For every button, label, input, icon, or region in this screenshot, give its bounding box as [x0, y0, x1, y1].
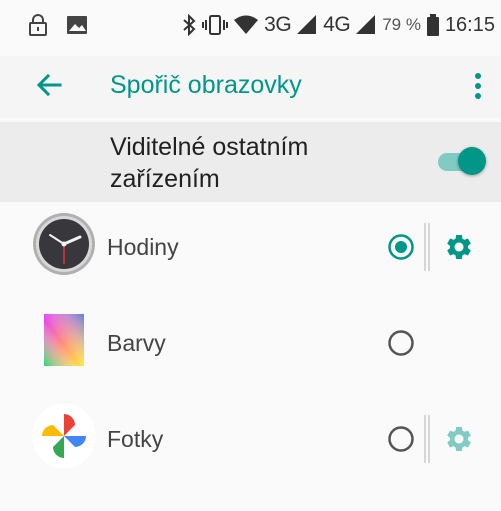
- settings-divider: [424, 415, 430, 463]
- status-left-icons: [28, 14, 88, 36]
- lock-icon: [29, 14, 47, 36]
- overflow-menu-icon[interactable]: [469, 70, 487, 102]
- toggle-thumb: [458, 147, 486, 175]
- battery-percent: 79 %: [382, 15, 421, 34]
- visible-to-others-line2: zařízením: [110, 165, 220, 193]
- screensaver-name: Fotky: [107, 426, 164, 452]
- photos-app-icon: [32, 404, 96, 468]
- visible-to-others-toggle[interactable]: [434, 140, 486, 180]
- network-4g-label: 4G: [323, 13, 351, 36]
- screensaver-item-hodiny[interactable]: Hodiny: [0, 198, 501, 294]
- wifi-icon: [234, 15, 259, 34]
- screensaver-name: Hodiny: [107, 234, 179, 260]
- screensaver-item-fotky[interactable]: Fotky: [0, 390, 501, 486]
- battery-icon: [426, 14, 439, 36]
- app-toolbar: Spořič obrazovky: [0, 56, 501, 118]
- screensaver-item-barvy[interactable]: Barvy: [0, 294, 501, 390]
- screensaver-name: Barvy: [107, 330, 166, 356]
- signal-4g-icon: [356, 15, 376, 34]
- clock-time: 16:15: [444, 13, 495, 36]
- visible-to-others-row[interactable]: Viditelné ostatním zařízením: [0, 122, 501, 202]
- back-arrow-icon[interactable]: [34, 70, 64, 100]
- radio-selected-icon[interactable]: [387, 233, 415, 261]
- vibrate-icon: [202, 15, 229, 35]
- visible-to-others-line1: Viditelné ostatním: [110, 133, 309, 161]
- signal-3g-icon: [297, 15, 317, 34]
- clock-app-icon: [33, 213, 95, 275]
- visible-to-others-label: Viditelné ostatním zařízením: [110, 131, 410, 195]
- page-title: Spořič obrazovky: [110, 71, 302, 99]
- network-3g-label: 3G: [264, 13, 292, 36]
- radio-unselected-icon[interactable]: [387, 425, 415, 453]
- status-bar: 3G 4G 79 % 16:15: [0, 0, 501, 56]
- gear-icon[interactable]: [444, 424, 474, 454]
- settings-divider: [424, 223, 430, 271]
- bluetooth-icon: [183, 14, 196, 36]
- status-right-icons: 3G 4G 79 % 16:15: [182, 13, 495, 37]
- image-notification-icon: [67, 16, 87, 34]
- colors-app-icon: [44, 314, 84, 366]
- gear-icon[interactable]: [444, 232, 474, 262]
- radio-unselected-icon[interactable]: [387, 329, 415, 357]
